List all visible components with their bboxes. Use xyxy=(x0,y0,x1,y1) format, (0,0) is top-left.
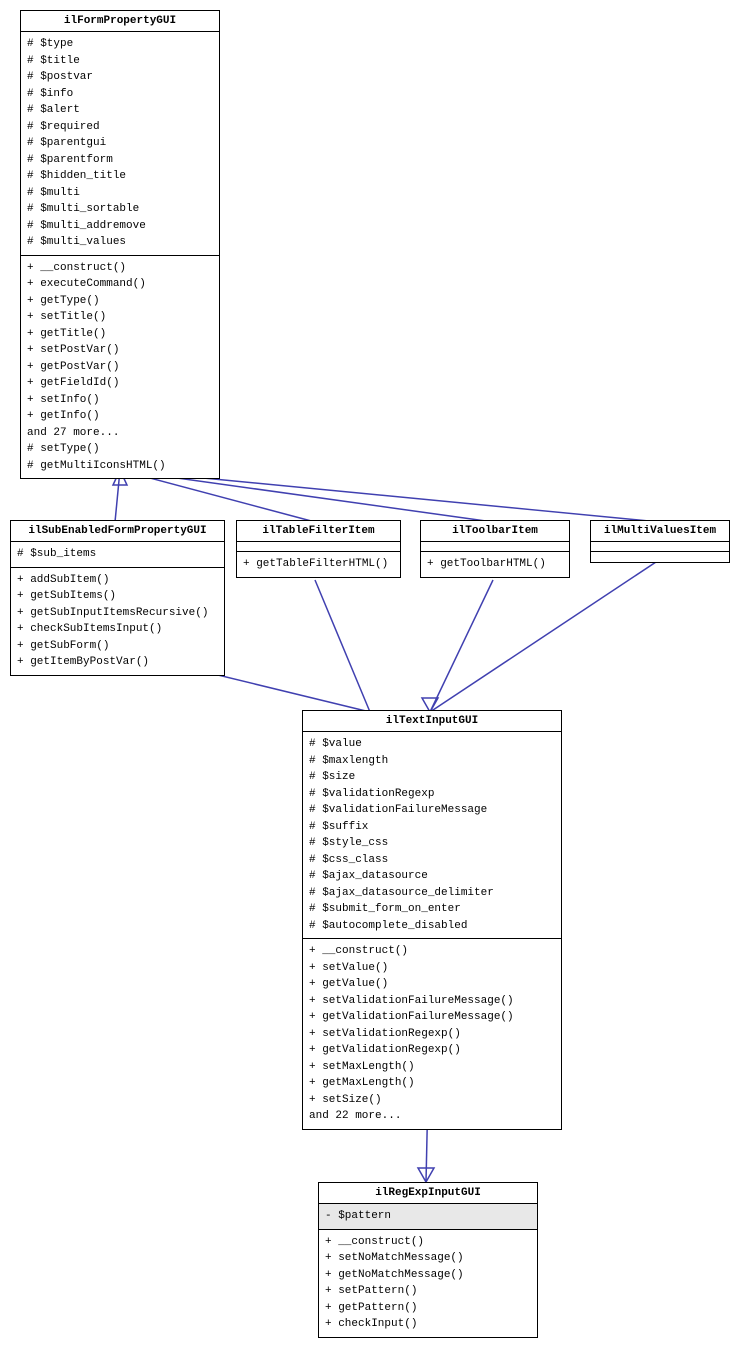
class-attrs-ilRegExpInputGUI: - $pattern xyxy=(319,1204,537,1230)
class-attrs-ilTextInputGUI: # $value # $maxlength # $size # $validat… xyxy=(303,732,561,939)
class-ilFormPropertyGUI: ilFormPropertyGUI # $type # $title # $po… xyxy=(20,10,220,479)
class-ilTableFilterItem: ilTableFilterItem + getTableFilterHTML() xyxy=(236,520,401,578)
class-title-ilFormPropertyGUI: ilFormPropertyGUI xyxy=(21,11,219,32)
class-methods-ilMultiValuesItem xyxy=(591,552,729,562)
class-methods-ilToolbarItem: + getToolbarHTML() xyxy=(421,552,569,577)
class-ilMultiValuesItem: ilMultiValuesItem xyxy=(590,520,730,563)
class-methods-ilTableFilterItem: + getTableFilterHTML() xyxy=(237,552,400,577)
class-title-ilMultiValuesItem: ilMultiValuesItem xyxy=(591,521,729,542)
class-methods-ilTextInputGUI: + __construct() + setValue() + getValue(… xyxy=(303,939,561,1129)
class-title-ilToolbarItem: ilToolbarItem xyxy=(421,521,569,542)
class-attrs-ilToolbarItem xyxy=(421,542,569,552)
class-methods-ilSubEnabled: + addSubItem() + getSubItems() + getSubI… xyxy=(11,568,224,675)
class-title-ilTextInputGUI: ilTextInputGUI xyxy=(303,711,561,732)
class-title-ilRegExpInputGUI: ilRegExpInputGUI xyxy=(319,1183,537,1204)
class-title-ilTableFilterItem: ilTableFilterItem xyxy=(237,521,400,542)
class-methods-ilFormPropertyGUI: + __construct() + executeCommand() + get… xyxy=(21,256,219,479)
class-methods-ilRegExpInputGUI: + __construct() + setNoMatchMessage() + … xyxy=(319,1230,537,1337)
class-ilRegExpInputGUI: ilRegExpInputGUI - $pattern + __construc… xyxy=(318,1182,538,1338)
class-attrs-ilSubEnabled: # $sub_items xyxy=(11,542,224,568)
class-attrs-ilMultiValuesItem xyxy=(591,542,729,552)
class-title-ilSubEnabled: ilSubEnabledFormPropertyGUI xyxy=(11,521,224,542)
class-attrs-ilTableFilterItem xyxy=(237,542,400,552)
class-ilTextInputGUI: ilTextInputGUI # $value # $maxlength # $… xyxy=(302,710,562,1130)
diagram-container: ilFormPropertyGUI # $type # $title # $po… xyxy=(0,0,744,1365)
class-ilToolbarItem: ilToolbarItem + getToolbarHTML() xyxy=(420,520,570,578)
class-ilSubEnabledFormPropertyGUI: ilSubEnabledFormPropertyGUI # $sub_items… xyxy=(10,520,225,676)
class-attrs-ilFormPropertyGUI: # $type # $title # $postvar # $info # $a… xyxy=(21,32,219,256)
